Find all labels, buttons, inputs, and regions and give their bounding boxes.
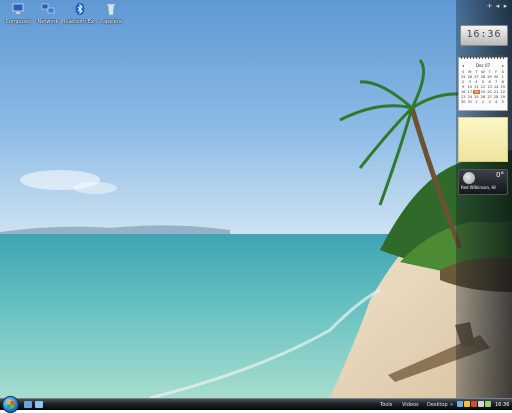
network-tray-icon[interactable]: [457, 401, 463, 407]
desktop-icon-recycle-bin[interactable]: Papelera: [93, 2, 129, 25]
desktop-icon-label: Papelera: [100, 19, 122, 25]
calendar-day[interactable]: 26: [480, 95, 487, 99]
desktop-icon-network[interactable]: Network: [30, 2, 66, 25]
calendar-day[interactable]: 5: [499, 100, 506, 104]
weather-location: Red Wilkinson, HI: [461, 185, 496, 190]
clock-time: 16:36: [466, 29, 502, 40]
windows-flag-icon: [7, 401, 14, 408]
calendar-weekday: S: [501, 70, 504, 74]
next-icon[interactable]: ▸: [502, 3, 509, 10]
weather-temperature: 0°: [496, 171, 504, 179]
switch-windows-icon[interactable]: [35, 401, 43, 408]
volume-tray-icon[interactable]: [478, 401, 484, 407]
calendar-day[interactable]: 3: [467, 80, 474, 84]
calendar-day[interactable]: 19: [480, 90, 487, 94]
calendar-day[interactable]: 4: [493, 100, 500, 104]
calendar-day[interactable]: 17: [467, 90, 474, 94]
previous-icon[interactable]: ◂: [494, 3, 501, 10]
recycle-bin-icon: [107, 4, 115, 16]
calendar-day[interactable]: 14: [493, 85, 500, 89]
weather-gadget[interactable]: 0° Red Wilkinson, HI: [458, 169, 508, 195]
taskbar-clock[interactable]: 16:36: [495, 400, 509, 410]
calendar-day[interactable]: 29: [499, 95, 506, 99]
desktop[interactable]: Computer Network Bluetooth Ex... Papeler…: [0, 0, 512, 398]
calendar-day[interactable]: 2: [480, 100, 487, 104]
calendar-day[interactable]: 12: [480, 85, 487, 89]
calendar-day[interactable]: 22: [499, 90, 506, 94]
calendar-day[interactable]: 28: [480, 75, 487, 79]
toolbar-tools[interactable]: Tools: [380, 400, 392, 410]
moon-icon: [463, 172, 475, 184]
calendar-day[interactable]: 31: [467, 100, 474, 104]
clock-gadget[interactable]: 16:36: [460, 25, 508, 46]
taskbar: Tools Videos Desktop » 16:36: [0, 396, 512, 413]
toolbar-desktop[interactable]: Desktop: [427, 400, 448, 410]
calendar-day[interactable]: 7: [493, 80, 500, 84]
calendar-day[interactable]: 21: [493, 90, 500, 94]
security-tray-icon[interactable]: [471, 401, 477, 407]
calendar-weekday: M: [468, 70, 472, 74]
start-button[interactable]: [2, 396, 19, 413]
show-desktop-icon[interactable]: [24, 401, 32, 408]
calendar-day[interactable]: 30: [493, 75, 500, 79]
calendar-day[interactable]: 10: [467, 85, 474, 89]
warning-tray-icon[interactable]: [464, 401, 470, 407]
calendar-weekday: F: [495, 70, 498, 74]
toolbar-videos[interactable]: Videos: [402, 400, 419, 410]
calendar-rings: [461, 55, 505, 59]
calendar-day[interactable]: 5: [480, 80, 487, 84]
calendar-day[interactable]: 1: [499, 75, 506, 79]
calendar-day[interactable]: 8: [499, 80, 506, 84]
sidebar-controls: + ◂ ▸: [486, 3, 510, 11]
add-gadget-icon[interactable]: +: [486, 3, 493, 10]
battery-tray-icon[interactable]: [485, 401, 491, 407]
desktop-icon-label: Network: [37, 19, 59, 25]
calendar-day[interactable]: 28: [493, 95, 500, 99]
calendar-month: Dec 07: [475, 63, 491, 68]
calendar-day[interactable]: 26: [467, 75, 474, 79]
windows-sidebar: + ◂ ▸ 16:36 ◂ Dec 07 ▸ S M T W T F S 25 26 27 28 29…: [456, 0, 512, 398]
notes-gadget[interactable]: [458, 117, 508, 162]
calendar-next-icon[interactable]: ▸: [502, 63, 504, 68]
computer-icon: [12, 3, 24, 14]
calendar-grid: S M T W T F S 25 26 27 28 29 30 1 2 3 4 5 6 7 8 9 10 11 12 13 14 15…: [460, 70, 506, 104]
calendar-day[interactable]: 24: [467, 95, 474, 99]
beach-wallpaper: [0, 0, 512, 398]
toolbar-chevron-icon[interactable]: »: [450, 400, 453, 410]
bluetooth-icon: [75, 3, 85, 15]
network-icon: [41, 3, 55, 14]
calendar-day[interactable]: 15: [499, 85, 506, 89]
calendar-gadget[interactable]: ◂ Dec 07 ▸ S M T W T F S 25 26 27 28 29 30 1 2 3 4 5 6 7 8 9 1…: [458, 55, 508, 111]
calendar-weekday: W: [481, 70, 485, 74]
